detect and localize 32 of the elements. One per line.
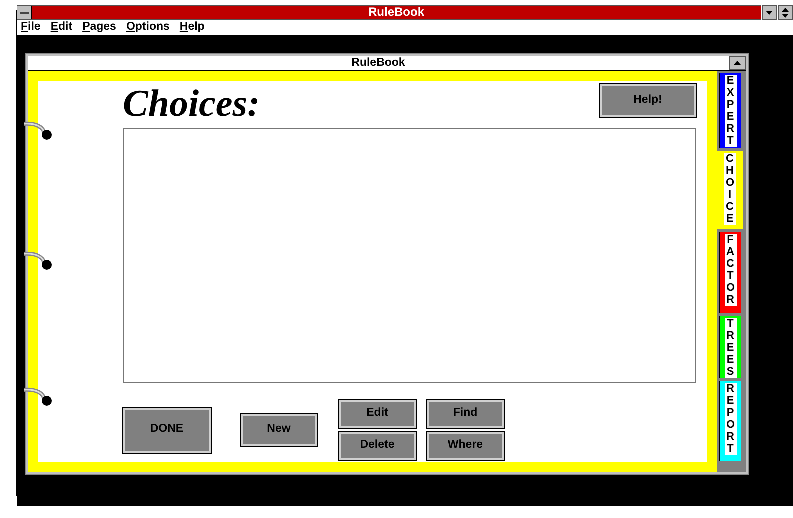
minimize-button[interactable] xyxy=(762,5,777,20)
action-button[interactable]: DONE xyxy=(123,408,211,452)
menu-item[interactable]: Help xyxy=(180,18,205,36)
window-title: RuleBook xyxy=(350,56,406,70)
menu-item[interactable]: Options xyxy=(126,18,170,36)
action-button[interactable]: Find xyxy=(427,400,504,428)
down-arrow-icon xyxy=(766,10,773,14)
tab-label: FACTOR xyxy=(724,234,736,306)
window-title: RuleBook xyxy=(367,6,426,19)
page-tab[interactable]: FACTOR xyxy=(719,232,741,313)
tab-label: EXPERT xyxy=(724,75,736,147)
page-tab[interactable]: EXPERT xyxy=(719,73,741,148)
page-tab[interactable]: TREES xyxy=(719,316,741,378)
up-down-arrow-icon xyxy=(782,8,789,18)
tab-label: CHOICE xyxy=(724,153,736,225)
page-tab[interactable]: CHOICE xyxy=(717,151,743,229)
tab-label: TREES xyxy=(724,318,736,378)
up-arrow-icon xyxy=(734,61,741,65)
scroll-up-button[interactable] xyxy=(729,56,746,70)
action-button[interactable]: Delete xyxy=(339,432,416,460)
menu-item[interactable]: Pages xyxy=(82,18,116,36)
restore-button[interactable] xyxy=(778,5,793,20)
page-tab[interactable]: REPORT xyxy=(719,381,741,461)
menu-item[interactable]: File xyxy=(21,18,41,36)
system-menu-button[interactable] xyxy=(17,6,32,19)
tab-label: REPORT xyxy=(724,383,736,455)
action-button[interactable]: Where xyxy=(427,432,504,460)
page-heading: Choices: xyxy=(123,84,260,124)
action-button[interactable]: New xyxy=(241,414,317,446)
action-button[interactable]: Edit xyxy=(339,400,416,428)
menu-item[interactable]: Edit xyxy=(50,18,73,36)
help-button[interactable]: Help! xyxy=(600,84,696,117)
